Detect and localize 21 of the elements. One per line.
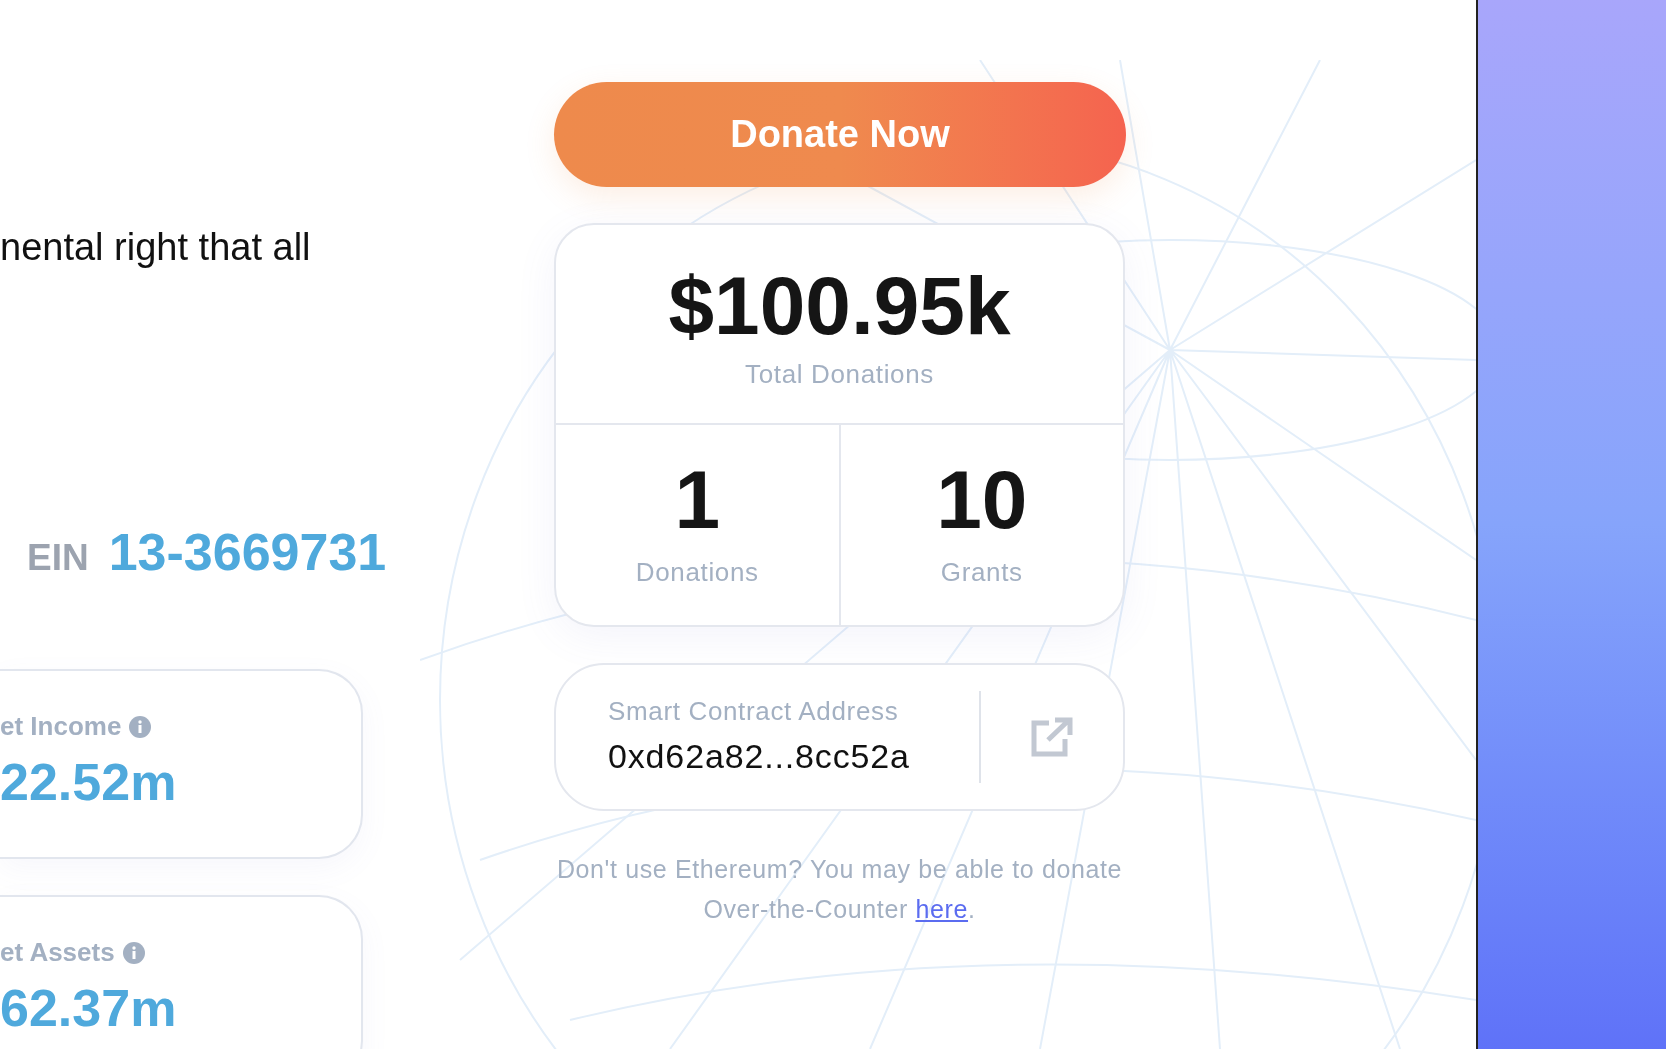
count-value: 1 xyxy=(674,458,721,541)
ein-number: 13-3669731 xyxy=(108,525,387,578)
metric-value: 62.37m xyxy=(0,978,178,1039)
donate-button[interactable]: Donate Now xyxy=(554,82,1126,187)
total-amount: $100.95k xyxy=(668,264,1011,347)
external-link-icon[interactable] xyxy=(1031,717,1073,757)
info-icon[interactable] xyxy=(129,715,152,738)
metric-value: 22.52m xyxy=(0,752,178,813)
count-label: Grants xyxy=(940,555,1023,589)
contract-address: 0xd62a82...8cc52a xyxy=(608,736,911,777)
contract-label: Smart Contract Address xyxy=(608,695,900,728)
footnote-text: Don't use Ethereum? You may be able to donate Over-the-Counter here. xyxy=(555,854,1124,925)
metric-label: et Income xyxy=(0,710,122,743)
metric-label: et Assets xyxy=(0,936,115,969)
info-icon[interactable] xyxy=(122,941,145,964)
ein-label: EIN xyxy=(27,535,89,580)
mission-text: nental right that all xyxy=(0,225,311,270)
here-link[interactable]: here xyxy=(915,895,969,923)
count-value: 10 xyxy=(936,458,1028,541)
total-label: Total Donations xyxy=(745,357,934,391)
count-label: Donations xyxy=(635,555,759,589)
